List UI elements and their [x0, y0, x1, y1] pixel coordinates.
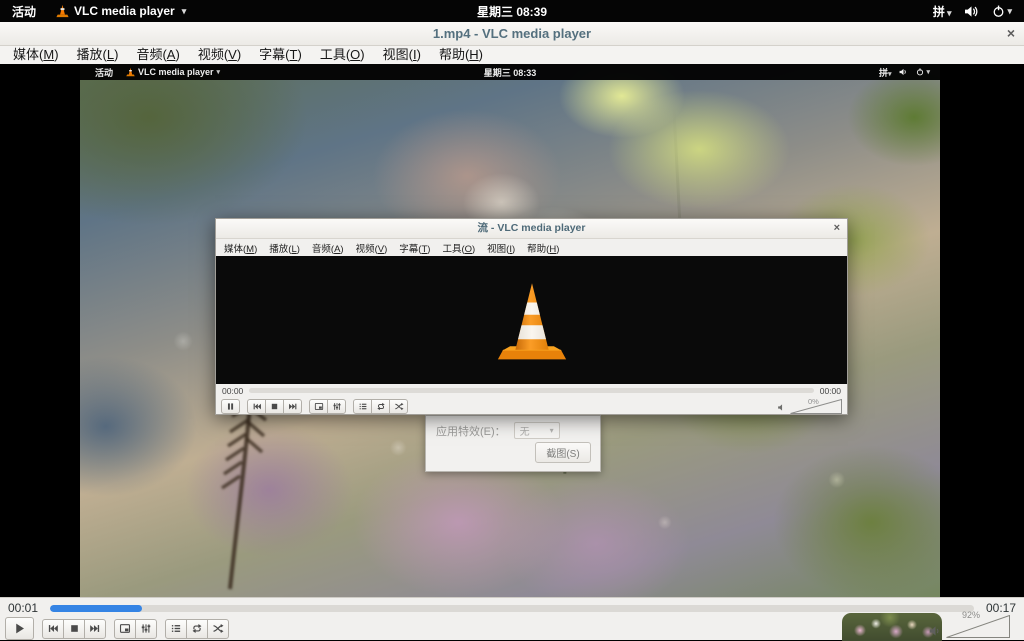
stream-seek-row: 00:00 00:00 — [216, 384, 847, 397]
shuffle-button — [389, 399, 408, 414]
previous-button — [247, 399, 266, 414]
effect-select: 无 ▾ — [514, 422, 560, 439]
stream-menu-view: 视图(I) — [481, 241, 521, 255]
speaker-icon[interactable] — [929, 625, 942, 637]
extended-settings-button[interactable] — [135, 619, 157, 639]
fullscreen-button[interactable] — [114, 619, 136, 639]
app-menu[interactable]: VLC media player ▾ — [56, 4, 186, 18]
recorded-effects-dialog: 应用特效(E)： 无 ▾ 截图(S) — [425, 415, 601, 472]
next-button[interactable] — [84, 619, 106, 639]
grass-seedhead — [188, 394, 298, 594]
video-frame[interactable]: 活动 VLC media player ▾ 星期三 08:33 拼▾ ▾ — [80, 64, 940, 597]
stream-menubar: 媒体(M) 播放(L) 音频(A) 视频(V) 字幕(T) 工具(O) 视图(I… — [216, 239, 847, 256]
loop-button — [371, 399, 390, 414]
previous-button[interactable] — [42, 619, 64, 639]
input-method-indicator[interactable]: 拼▾ — [933, 3, 952, 20]
chevron-down-icon: ▾ — [217, 68, 221, 76]
player-controls — [5, 617, 229, 640]
seekbar-progress — [50, 605, 142, 612]
shuffle-button[interactable] — [207, 619, 229, 639]
stream-time-total: 00:00 — [820, 386, 841, 396]
stream-window-title: 流 - VLC media player — [216, 219, 847, 237]
volume-slider[interactable] — [946, 615, 1010, 638]
loop-button[interactable] — [186, 619, 208, 639]
stream-menu-help: 帮助(H) — [521, 241, 565, 255]
apply-effect-label: 应用特效(E)： — [436, 423, 506, 439]
recorded-volume-icon — [899, 68, 908, 76]
chevron-down-icon: ▾ — [550, 426, 554, 435]
player-bottom-bar: 00:01 00:17 — [0, 597, 1024, 640]
recorded-app-name: VLC media player — [138, 67, 214, 77]
menu-playback[interactable]: 播放(L) — [68, 46, 128, 64]
chevron-down-icon: ▾ — [1007, 6, 1012, 17]
play-button[interactable] — [5, 617, 34, 640]
menu-view[interactable]: 视图(I) — [374, 46, 430, 64]
stream-close-button: × — [834, 219, 840, 237]
recorded-clock: 星期三 08:33 — [484, 66, 537, 79]
stream-menu-audio: 音频(A) — [306, 241, 350, 255]
snapshot-button: 截图(S) — [535, 442, 591, 463]
stream-volume-slider: 0% — [790, 399, 842, 414]
next-button — [283, 399, 302, 414]
extended-settings-button — [327, 399, 346, 414]
fullscreen-button — [309, 399, 328, 414]
stream-speaker-icon — [777, 403, 786, 412]
stream-menu-video: 视频(V) — [350, 241, 394, 255]
activities-button[interactable]: 活动 — [12, 3, 36, 20]
stream-menu-playback: 播放(L) — [263, 241, 306, 255]
chevron-down-icon: ▾ — [947, 8, 952, 18]
playlist-button[interactable] — [165, 619, 187, 639]
video-overlay-patch — [842, 613, 942, 641]
vlc-menubar: 媒体(M) 播放(L) 音频(A) 视频(V) 字幕(T) 工具(O) 视图(I… — [0, 46, 1024, 64]
recorded-stream-window: 流 - VLC media player × 媒体(M) 播放(L) 音频(A)… — [215, 218, 848, 415]
menu-audio[interactable]: 音频(A) — [127, 46, 188, 64]
power-menu[interactable]: ▾ — [992, 5, 1012, 18]
menu-subtitle[interactable]: 字幕(T) — [250, 46, 311, 64]
volume-area: 92% — [840, 611, 1020, 641]
seekbar[interactable] — [50, 605, 974, 612]
gnome-top-bar: 活动 VLC media player ▾ 星期三 08:39 拼▾ ▾ — [0, 0, 1024, 22]
volume-icon[interactable] — [964, 5, 979, 18]
time-elapsed: 00:01 — [8, 601, 44, 615]
recorded-activities: 活动 — [95, 66, 113, 79]
window-title: 1.mp4 - VLC media player — [0, 22, 1024, 45]
pause-button — [221, 399, 240, 414]
recorded-vlc-cone-icon — [126, 67, 135, 77]
stream-menu-media: 媒体(M) — [218, 241, 263, 255]
stop-button[interactable] — [63, 619, 85, 639]
stream-menu-subtitle: 字幕(T) — [393, 241, 436, 255]
playlist-button — [353, 399, 372, 414]
recorded-gnome-bar: 活动 VLC media player ▾ 星期三 08:33 拼▾ ▾ — [80, 64, 940, 80]
clock[interactable]: 星期三 08:39 — [477, 3, 547, 20]
chevron-down-icon: ▾ — [182, 6, 187, 17]
stream-video-area — [216, 256, 847, 384]
menu-media[interactable]: 媒体(M) — [4, 46, 68, 64]
stream-menu-tools: 工具(O) — [436, 241, 481, 255]
stream-controls: 0% — [216, 397, 847, 415]
vlc-cone-logo — [497, 278, 567, 362]
recorded-ime: 拼▾ — [879, 66, 892, 79]
stream-titlebar: 流 - VLC media player × — [216, 219, 847, 239]
video-display-area[interactable]: 活动 VLC media player ▾ 星期三 08:33 拼▾ ▾ — [0, 64, 1024, 597]
menu-tools[interactable]: 工具(O) — [311, 46, 374, 64]
vlc-cone-icon — [56, 4, 69, 18]
stop-button — [265, 399, 284, 414]
close-button[interactable]: × — [1007, 22, 1015, 45]
stream-seekbar — [249, 388, 813, 393]
stream-volume-percent: 0% — [808, 397, 819, 406]
recorded-power-icon: ▾ — [916, 68, 930, 76]
menu-help[interactable]: 帮助(H) — [430, 46, 492, 64]
stream-time-elapsed: 00:00 — [222, 386, 243, 396]
menu-video[interactable]: 视频(V) — [189, 46, 250, 64]
window-titlebar[interactable]: 1.mp4 - VLC media player × — [0, 22, 1024, 46]
